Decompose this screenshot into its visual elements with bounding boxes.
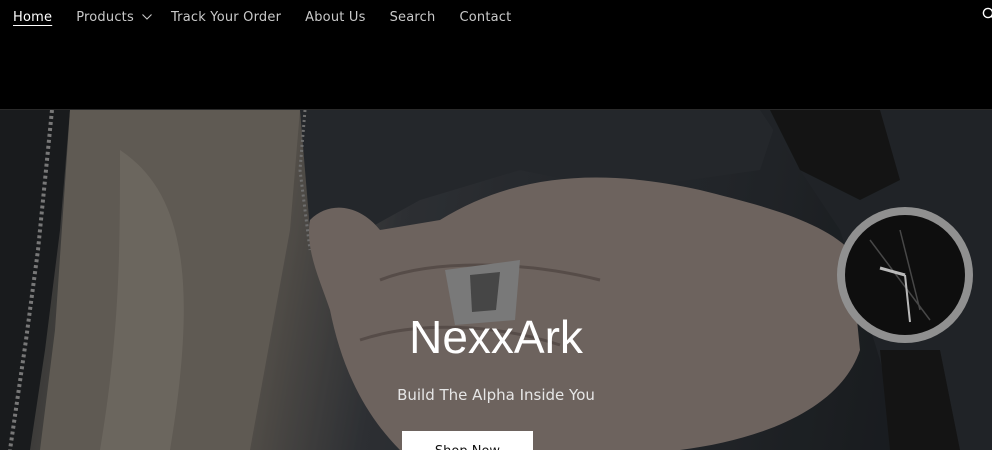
shop-now-button[interactable]: Shop Now (402, 431, 533, 450)
hero-subtitle: Build The Alpha Inside You (397, 386, 595, 404)
nav-item-label: Products (76, 9, 134, 25)
nav-item-label: About Us (305, 9, 366, 25)
nav-item-label: Search (389, 9, 436, 25)
nav-item-products[interactable]: Products (76, 10, 152, 25)
nav-item-label: Contact (459, 9, 512, 25)
nav-item-label: Track Your Order (170, 9, 282, 25)
search-icon[interactable] (982, 7, 992, 21)
nav-item-search[interactable]: Search (390, 10, 436, 25)
hero-banner: NexxArk Build The Alpha Inside You Shop … (0, 110, 992, 450)
nav-item-track-order[interactable]: Track Your Order (171, 10, 281, 25)
site-header: Home Products Track Your Order About Us … (0, 0, 992, 110)
nav-item-home[interactable]: Home (13, 10, 52, 25)
hero-title: NexxArk (409, 311, 583, 363)
nav-item-label: Home (13, 9, 53, 25)
page: Home Products Track Your Order About Us … (0, 0, 992, 450)
nav-item-contact[interactable]: Contact (459, 10, 511, 25)
main-nav: Home Products Track Your Order About Us … (0, 0, 511, 34)
nav-item-about-us[interactable]: About Us (305, 10, 365, 25)
chevron-down-icon (142, 14, 152, 20)
